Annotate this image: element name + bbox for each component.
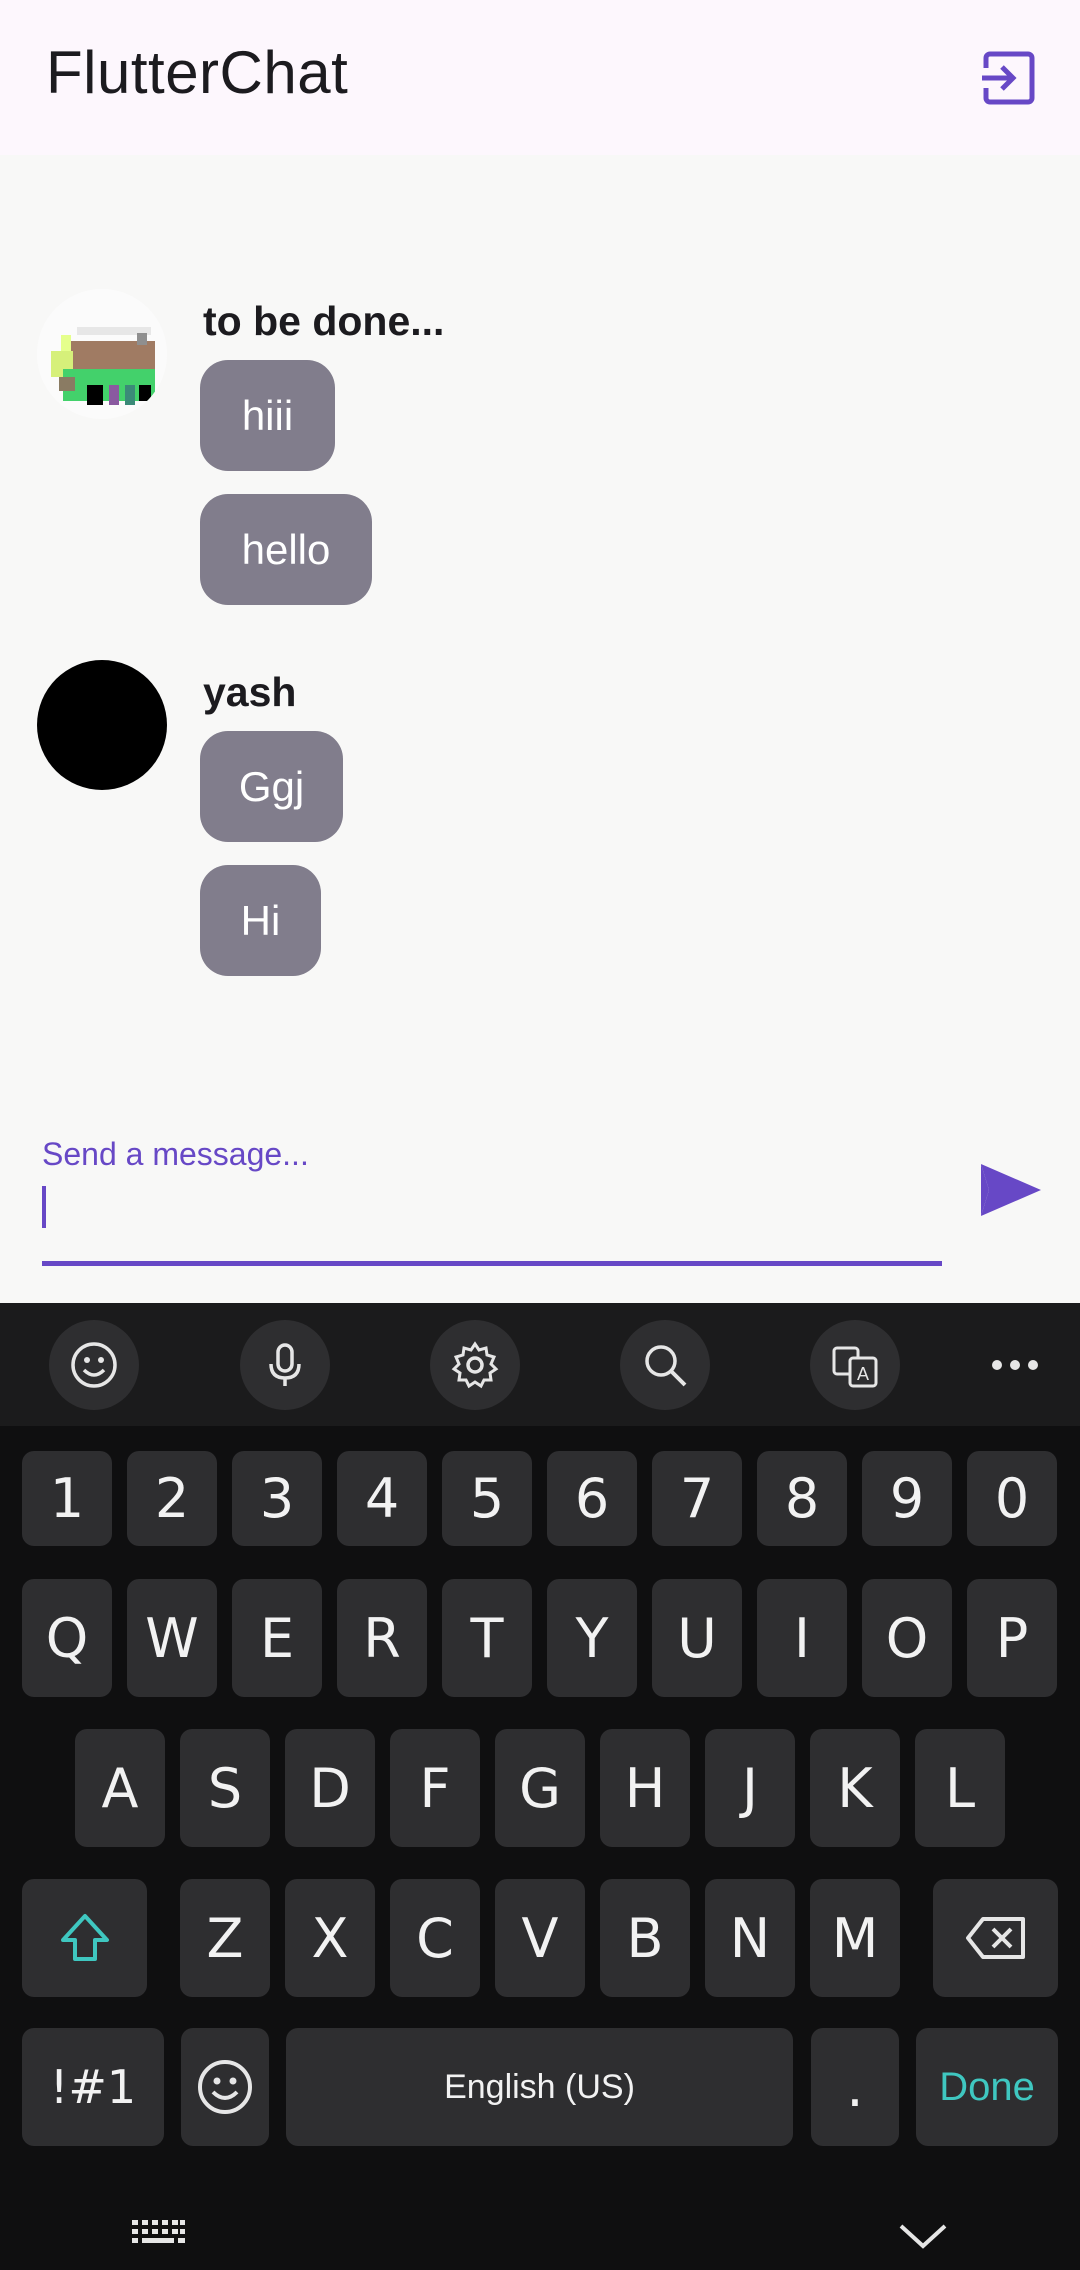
- logout-button[interactable]: [978, 48, 1038, 108]
- key-o[interactable]: O: [862, 1579, 952, 1697]
- key-e[interactable]: E: [232, 1579, 322, 1697]
- key-t[interactable]: T: [442, 1579, 532, 1697]
- emoji-icon: [71, 1342, 117, 1388]
- avatar: [37, 660, 167, 790]
- input-underline: [42, 1261, 942, 1266]
- more-options-button[interactable]: [970, 1320, 1060, 1410]
- key-s[interactable]: S: [180, 1729, 270, 1847]
- message-username: yash: [203, 669, 297, 715]
- key-k[interactable]: K: [810, 1729, 900, 1847]
- key-v[interactable]: V: [495, 1879, 585, 1997]
- key-2[interactable]: 2: [127, 1451, 217, 1546]
- key-b[interactable]: B: [600, 1879, 690, 1997]
- app-bar: FlutterChat: [0, 0, 1080, 155]
- symbols-key[interactable]: !#1: [22, 2028, 164, 2146]
- send-icon: [981, 1164, 1041, 1216]
- key-7[interactable]: 7: [652, 1451, 742, 1546]
- key-1[interactable]: 1: [22, 1451, 112, 1546]
- message-input[interactable]: [42, 1176, 942, 1261]
- key-8[interactable]: 8: [757, 1451, 847, 1546]
- switch-keyboard-button[interactable]: [130, 2218, 190, 2258]
- message-input-area: Send a message...: [0, 1110, 1080, 1303]
- shift-key[interactable]: [22, 1879, 147, 1997]
- emoji-toolbar-button[interactable]: [49, 1320, 139, 1410]
- period-key[interactable]: .: [811, 2028, 899, 2146]
- key-q[interactable]: Q: [22, 1579, 112, 1697]
- key-c[interactable]: C: [390, 1879, 480, 1997]
- voice-input-button[interactable]: [240, 1320, 330, 1410]
- done-key[interactable]: Done: [916, 2028, 1058, 2146]
- keyboard-nav-bar: [0, 2198, 1080, 2270]
- avatar: [37, 289, 167, 419]
- key-3[interactable]: 3: [232, 1451, 322, 1546]
- keyboard-settings-button[interactable]: [430, 1320, 520, 1410]
- send-button[interactable]: [975, 1154, 1047, 1226]
- message-input-label: Send a message...: [42, 1136, 309, 1172]
- message-username: to be done...: [203, 298, 445, 344]
- key-l[interactable]: L: [915, 1729, 1005, 1847]
- message-bubble: Hi: [200, 865, 321, 976]
- svg-text:A: A: [857, 1364, 869, 1384]
- pixel-art-avatar-icon: [37, 289, 167, 419]
- key-y[interactable]: Y: [547, 1579, 637, 1697]
- chevron-down-icon: [899, 2224, 947, 2249]
- key-x[interactable]: X: [285, 1879, 375, 1997]
- key-g[interactable]: G: [495, 1729, 585, 1847]
- settings-icon: [451, 1341, 499, 1389]
- key-n[interactable]: N: [705, 1879, 795, 1997]
- emoji-icon: [198, 2060, 252, 2114]
- emoji-key[interactable]: [181, 2028, 269, 2146]
- shift-icon: [60, 1914, 109, 1961]
- key-j[interactable]: J: [705, 1729, 795, 1847]
- key-5[interactable]: 5: [442, 1451, 532, 1546]
- message-bubble: hello: [200, 494, 372, 605]
- message-bubble: hiii: [200, 360, 335, 471]
- mic-icon: [269, 1343, 301, 1386]
- keyboard-search-button[interactable]: [620, 1320, 710, 1410]
- key-4[interactable]: 4: [337, 1451, 427, 1546]
- message-bubble: Ggj: [200, 731, 343, 842]
- key-6[interactable]: 6: [547, 1451, 637, 1546]
- translate-icon: A: [832, 1346, 878, 1388]
- hide-keyboard-button[interactable]: [895, 2218, 955, 2258]
- key-w[interactable]: W: [127, 1579, 217, 1697]
- logout-icon: [980, 51, 1035, 105]
- key-i[interactable]: I: [757, 1579, 847, 1697]
- key-d[interactable]: D: [285, 1729, 375, 1847]
- keyboard-icon: [132, 2220, 185, 2243]
- space-key[interactable]: English (US): [286, 2028, 793, 2146]
- key-a[interactable]: A: [75, 1729, 165, 1847]
- more-icon: [992, 1360, 1038, 1370]
- search-icon: [645, 1345, 687, 1387]
- translate-button[interactable]: A: [810, 1320, 900, 1410]
- key-m[interactable]: M: [810, 1879, 900, 1997]
- key-h[interactable]: H: [600, 1729, 690, 1847]
- key-9[interactable]: 9: [862, 1451, 952, 1546]
- key-0[interactable]: 0: [967, 1451, 1057, 1546]
- key-f[interactable]: F: [390, 1729, 480, 1847]
- key-z[interactable]: Z: [180, 1879, 270, 1997]
- keyboard: A 1 2 3 4 5 6 7 8 9 0 Q W E R T Y U I O …: [0, 1303, 1080, 2270]
- text-cursor: [42, 1186, 46, 1228]
- app-title: FlutterChat: [46, 39, 349, 106]
- key-r[interactable]: R: [337, 1579, 427, 1697]
- keyboard-toolbar: A: [0, 1303, 1080, 1426]
- key-u[interactable]: U: [652, 1579, 742, 1697]
- key-p[interactable]: P: [967, 1579, 1057, 1697]
- backspace-key[interactable]: [933, 1879, 1058, 1997]
- backspace-icon: [965, 1917, 1025, 1959]
